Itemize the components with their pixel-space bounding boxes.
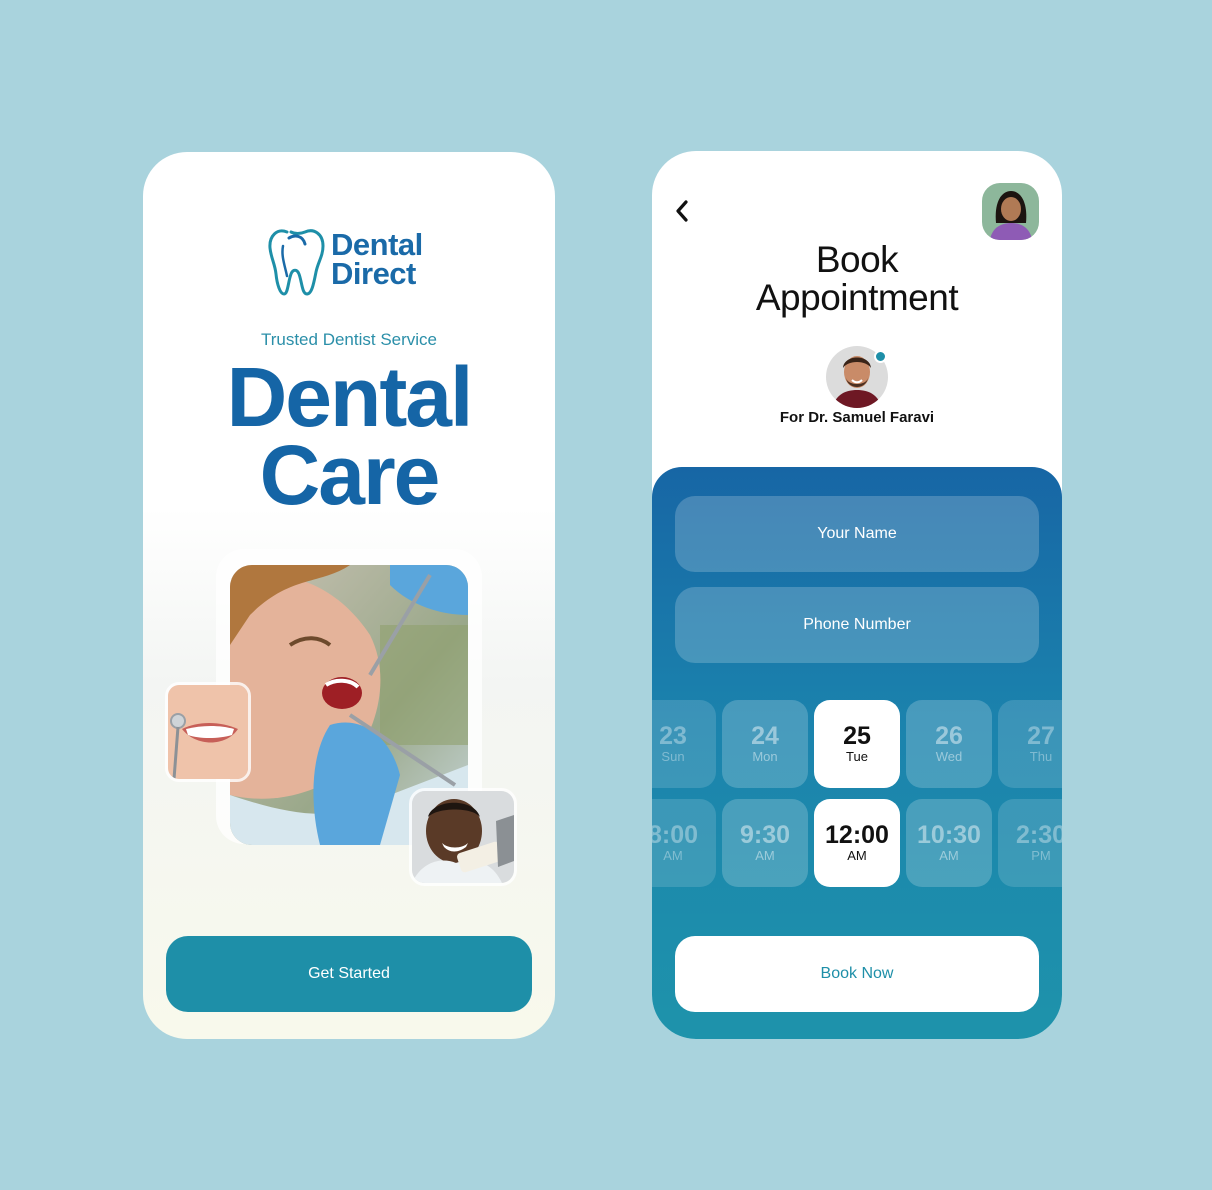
logo-line-2: Direct bbox=[331, 256, 416, 291]
date-option[interactable]: 26 Wed bbox=[906, 700, 992, 788]
dental-direct-logo: Dental Direct bbox=[267, 222, 423, 296]
time-period: AM bbox=[755, 848, 775, 863]
hero-title: Dental Care bbox=[143, 350, 555, 522]
booking-screen: Book Appointment For Dr. Samuel Faravi 2… bbox=[652, 151, 1062, 1039]
time-value: 8:00 bbox=[652, 821, 699, 849]
booking-form-panel: 23 Sun 24 Mon 25 Tue 26 Wed 27 Thu 8:00 bbox=[652, 467, 1062, 1039]
date-day: 25 bbox=[843, 722, 871, 750]
date-picker: 23 Sun 24 Mon 25 Tue 26 Wed 27 Thu bbox=[652, 700, 1062, 788]
date-option[interactable]: 24 Mon bbox=[722, 700, 808, 788]
time-option[interactable]: 10:30 AM bbox=[906, 799, 992, 887]
logo-line-1: Dental bbox=[331, 227, 423, 262]
date-day: 24 bbox=[751, 722, 779, 750]
back-button[interactable] bbox=[670, 197, 694, 225]
smiling-man-photo bbox=[409, 788, 517, 886]
date-weekday: Tue bbox=[846, 749, 868, 764]
time-period: AM bbox=[663, 848, 683, 863]
chevron-left-icon bbox=[676, 200, 688, 222]
smile-closeup-photo bbox=[165, 682, 251, 782]
time-value: 10:30 bbox=[917, 821, 981, 849]
date-option-selected[interactable]: 25 Tue bbox=[814, 700, 900, 788]
time-period: PM bbox=[1031, 848, 1051, 863]
time-option[interactable]: 2:30 PM bbox=[998, 799, 1062, 887]
page-title-line-1: Book bbox=[815, 239, 899, 280]
time-period: AM bbox=[939, 848, 959, 863]
tagline: Trusted Dentist Service bbox=[260, 330, 438, 349]
time-option[interactable]: 9:30 AM bbox=[722, 799, 808, 887]
time-option-selected[interactable]: 12:00 AM bbox=[814, 799, 900, 887]
date-option[interactable]: 27 Thu bbox=[998, 700, 1062, 788]
name-input[interactable] bbox=[675, 496, 1039, 572]
online-status-dot bbox=[874, 350, 887, 363]
hero-title-line-1: Dental bbox=[226, 350, 474, 444]
time-value: 9:30 bbox=[739, 821, 791, 849]
date-weekday: Sun bbox=[661, 749, 685, 764]
date-day: 23 bbox=[659, 722, 687, 750]
user-avatar[interactable] bbox=[982, 183, 1039, 240]
time-value: 12:00 bbox=[825, 821, 889, 849]
date-weekday: Wed bbox=[935, 749, 963, 764]
get-started-button[interactable]: Get Started bbox=[166, 936, 532, 1012]
time-picker: 8:00 AM 9:30 AM 12:00 AM 10:30 AM 2:30 P… bbox=[652, 799, 1062, 887]
time-value: 2:30 bbox=[1015, 821, 1062, 849]
book-now-button[interactable]: Book Now bbox=[675, 936, 1039, 1012]
logo-wordmark: Dental Direct bbox=[331, 227, 423, 291]
page-title: Book Appointment bbox=[652, 241, 1062, 317]
time-option[interactable]: 8:00 AM bbox=[652, 799, 716, 887]
date-day: 26 bbox=[935, 722, 963, 750]
phone-number-input[interactable] bbox=[675, 587, 1039, 663]
hero-title-line-2: Care bbox=[259, 428, 441, 522]
tooth-icon bbox=[268, 229, 325, 296]
date-weekday: Mon bbox=[752, 749, 778, 764]
page-title-line-2: Appointment bbox=[755, 277, 959, 318]
welcome-screen: Dental Direct Trusted Dentist Service De… bbox=[143, 152, 555, 1039]
date-weekday: Thu bbox=[1029, 749, 1053, 764]
date-option[interactable]: 23 Sun bbox=[652, 700, 716, 788]
doctor-label: For Dr. Samuel Faravi bbox=[779, 409, 935, 426]
date-day: 27 bbox=[1027, 722, 1055, 750]
time-period: AM bbox=[847, 848, 867, 863]
